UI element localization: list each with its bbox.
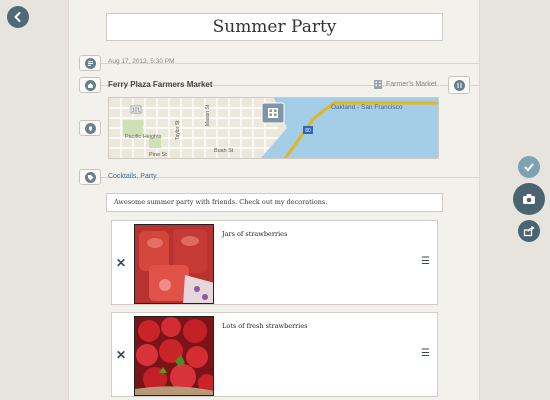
venue-name[interactable]: Ferry Plaza Farmers Market: [108, 80, 213, 89]
map-label: Pine St: [149, 152, 167, 158]
checkmark-icon: [524, 163, 534, 172]
map-highway-shield: 80: [305, 128, 311, 134]
location-map[interactable]: 101 80 Mason St Taylor St Pacific Height…: [108, 97, 439, 159]
back-arrow-icon: [14, 12, 21, 22]
drag-handle-icon[interactable]: ☰: [421, 256, 430, 267]
photo-thumbnail[interactable]: [134, 316, 214, 396]
event-description[interactable]: Awesome summer party with friends. Check…: [106, 193, 443, 212]
event-title[interactable]: Summer Party: [106, 13, 443, 41]
venue-tag: [79, 77, 101, 93]
note-tag: [79, 55, 101, 71]
map-highway-shield: 101: [132, 108, 141, 114]
photo-card: ✕ Lots of fresh strawberries ☰: [111, 312, 438, 397]
location-tag: [79, 120, 101, 136]
back-button[interactable]: [7, 6, 29, 28]
drag-handle-icon[interactable]: ☰: [421, 348, 430, 359]
venue-category-button[interactable]: [448, 76, 470, 94]
photo-card: ✕ Jars of strawberries ☰: [111, 220, 438, 305]
camera-icon: [523, 194, 535, 204]
done-button[interactable]: [518, 156, 540, 178]
map-label: Taylor St: [175, 120, 181, 140]
add-photo-button[interactable]: [513, 183, 545, 215]
building-icon: [374, 80, 382, 89]
house-icon: [84, 79, 96, 91]
photo-thumbnail[interactable]: [134, 224, 214, 304]
note-icon: [84, 57, 96, 69]
map-label: Oakland - San Francisco: [331, 104, 403, 111]
photo-caption[interactable]: Jars of strawberries: [222, 230, 287, 238]
fork-knife-icon: [453, 79, 465, 91]
venue-type: Farmer's Market: [373, 79, 437, 89]
tag-icon: [84, 171, 96, 183]
share-icon: [523, 225, 535, 237]
divider: [101, 177, 480, 178]
location-pin-icon: [84, 122, 96, 134]
map-label: Mason St: [205, 104, 211, 126]
venue-type-label: Farmer's Market: [386, 80, 437, 88]
tags-tag: [79, 169, 101, 185]
map-label: Pacific Heights: [125, 134, 162, 140]
share-button[interactable]: [518, 220, 540, 242]
close-icon[interactable]: ✕: [116, 348, 126, 362]
map-label: Bush St: [214, 148, 234, 154]
close-icon[interactable]: ✕: [116, 256, 126, 270]
event-date: Aug 17, 2012, 5:30 PM: [108, 58, 175, 65]
event-tags[interactable]: Cocktails, Party: [108, 173, 157, 180]
map-pin-icon: [261, 102, 285, 124]
photo-caption[interactable]: Lots of fresh strawberries: [222, 322, 308, 330]
